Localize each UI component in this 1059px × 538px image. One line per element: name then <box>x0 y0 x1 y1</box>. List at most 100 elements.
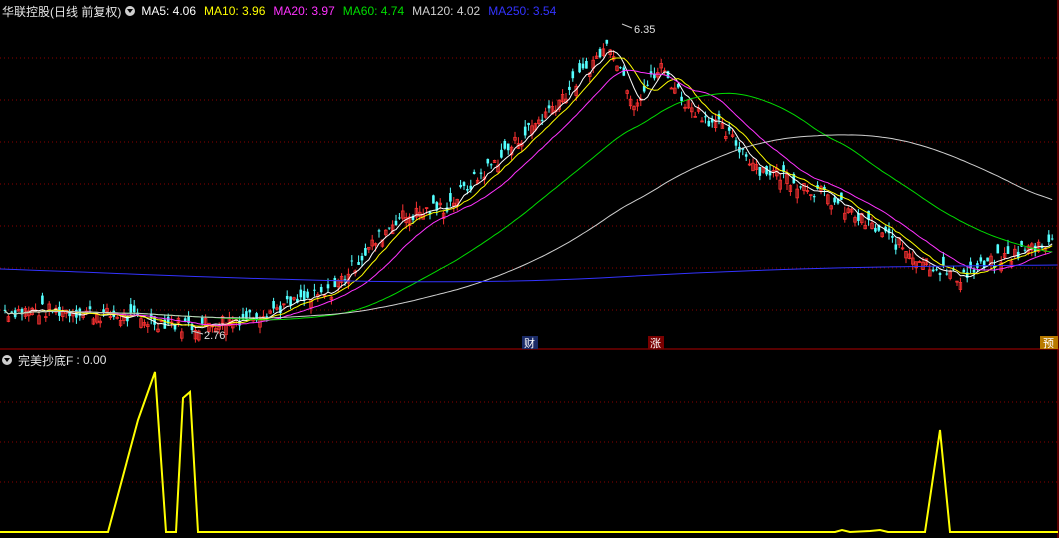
grid-lines <box>0 57 1058 311</box>
candle-body <box>734 140 738 146</box>
candle-body <box>758 167 762 176</box>
moving-average-lines <box>0 50 1059 329</box>
candlestick-chart[interactable]: 6.35 2.76 财 涨 预 <box>0 0 1059 538</box>
candle-body <box>894 244 898 250</box>
candle-body <box>527 122 530 126</box>
candle-body <box>462 182 466 186</box>
candle-body <box>432 195 435 204</box>
candle-body <box>578 63 581 73</box>
candle-body <box>200 317 204 324</box>
candle-body <box>945 273 949 275</box>
indicator-title: 完美抄底F <box>18 353 74 368</box>
candle-body <box>744 154 748 157</box>
marker-yu: 预 <box>1043 337 1054 350</box>
candle-body <box>833 197 836 203</box>
candle-body <box>1050 238 1054 240</box>
candle-body <box>10 311 14 313</box>
candle-body <box>619 67 622 69</box>
candle-body <box>646 84 649 86</box>
candle-body <box>272 301 275 309</box>
candle-body <box>3 309 7 312</box>
marker-cai: 财 <box>524 336 535 350</box>
candle-body <box>132 305 136 313</box>
candle-body <box>1006 246 1010 254</box>
candle-body <box>727 127 731 131</box>
candle-body <box>540 119 544 121</box>
candle-body <box>935 269 938 271</box>
candle-body <box>931 269 935 272</box>
candle-body <box>289 296 292 306</box>
candle-body <box>996 244 1000 254</box>
candle-body <box>581 63 585 69</box>
candle-body <box>41 295 44 305</box>
candle-body <box>360 255 364 261</box>
indicator-line <box>0 371 1058 534</box>
candle-body <box>479 172 483 174</box>
candle-body <box>129 304 133 313</box>
candlesticks <box>3 39 1054 343</box>
candle-body <box>598 48 602 58</box>
candle-body <box>503 140 507 149</box>
high-annotation: 6.35 <box>621 23 655 36</box>
candle-body <box>799 186 802 188</box>
candle-body <box>302 290 306 301</box>
candle-body <box>1047 234 1051 242</box>
candle-body <box>126 316 129 322</box>
candle-body <box>306 291 309 298</box>
candle-body <box>472 171 476 174</box>
candle-body <box>704 116 707 118</box>
candle-body <box>459 184 462 188</box>
candle-body <box>88 306 92 310</box>
event-marker-forecast[interactable]: 预 <box>1040 336 1058 350</box>
candle-body <box>585 60 588 69</box>
low-price-label: 2.76 <box>204 330 225 342</box>
candle-body <box>986 257 989 262</box>
high-price-label: 6.35 <box>634 24 655 36</box>
event-marker-rise[interactable]: 涨 <box>648 336 664 350</box>
candle-body <box>962 269 966 273</box>
ma5-line <box>4 50 1053 329</box>
candle-body <box>669 87 674 90</box>
candle-body <box>506 143 510 151</box>
candle-body <box>319 286 323 293</box>
candle-body <box>523 126 527 136</box>
candle-body <box>680 96 683 101</box>
event-marker-financial[interactable]: 财 <box>522 336 538 350</box>
candle-body <box>605 39 609 44</box>
candle-body <box>326 284 330 289</box>
candle-body <box>571 71 575 79</box>
candle-body <box>299 289 303 298</box>
candle-body <box>979 257 983 262</box>
chevron-down-icon[interactable] <box>2 355 12 365</box>
candle-body <box>377 230 381 232</box>
candle-body <box>449 193 452 202</box>
candle-body <box>248 309 252 313</box>
candle-body <box>489 164 493 166</box>
candle-body <box>357 262 360 265</box>
indicator-value: : 0.00 <box>76 353 107 367</box>
indicator-header: 完美抄底F : 0.00 <box>0 351 106 369</box>
candle-body <box>938 273 942 275</box>
candle-body <box>398 217 401 219</box>
candle-body <box>707 120 711 127</box>
candle-body <box>387 227 391 229</box>
marker-zhang: 涨 <box>650 337 661 350</box>
candle-body <box>394 220 398 226</box>
candle-body <box>1023 249 1027 251</box>
candle-body <box>350 260 354 262</box>
candle-body <box>547 105 551 109</box>
candle-body <box>891 236 894 238</box>
candle-body <box>942 256 945 266</box>
candle-body <box>500 149 503 158</box>
candle-body <box>364 248 367 256</box>
candle-body <box>466 189 469 191</box>
candle-body <box>486 158 490 164</box>
candle-body <box>812 196 816 198</box>
ma20-line <box>4 69 1053 327</box>
ma10-line <box>4 57 1053 327</box>
candle-body <box>874 227 877 232</box>
candle-body <box>343 279 347 281</box>
candle-body <box>102 309 105 313</box>
candle-body <box>333 278 337 288</box>
candle-body <box>568 86 571 91</box>
